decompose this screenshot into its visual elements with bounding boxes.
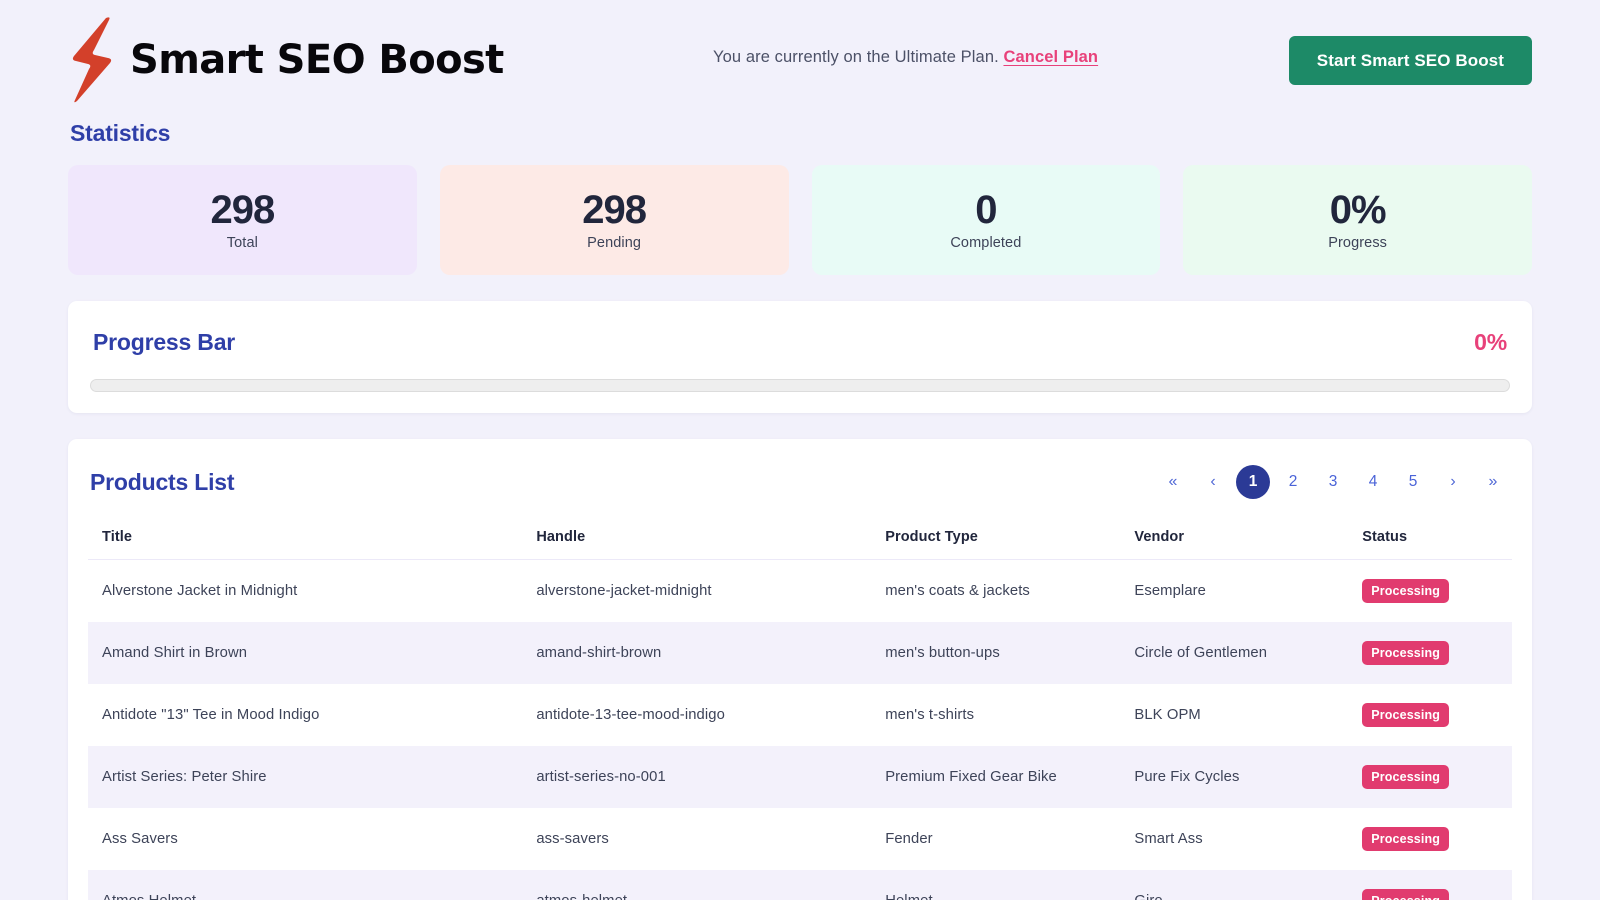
brand-name: Smart SEO Boost [130, 37, 504, 83]
cell-product-type: men's coats & jackets [871, 560, 1120, 623]
status-badge: Processing [1362, 703, 1449, 727]
progress-track [90, 379, 1510, 392]
cell-vendor: Pure Fix Cycles [1120, 746, 1348, 808]
cancel-plan-link[interactable]: Cancel Plan [1003, 48, 1098, 66]
table-row[interactable]: Ass Saversass-saversFenderSmart Ass Proce… [88, 808, 1512, 870]
column-header-title: Title [88, 517, 522, 560]
cell-handle: amand-shirt-brown [522, 622, 871, 684]
cell-title: Artist Series: Peter Shire [88, 746, 522, 808]
cell-title: Alverstone Jacket in Midnight [88, 560, 522, 623]
cell-vendor: Esemplare [1120, 560, 1348, 623]
progress-bar-header: Progress Bar 0% [90, 329, 1510, 356]
stat-label: Completed [950, 235, 1021, 251]
progress-bar-panel: Progress Bar 0% [68, 301, 1532, 413]
column-header-handle: Handle [522, 517, 871, 560]
stat-label: Total [227, 235, 258, 251]
status-badge: Processing [1362, 889, 1449, 900]
cell-handle: antidote-13-tee-mood-indigo [522, 684, 871, 746]
column-header-vendor: Vendor [1120, 517, 1348, 560]
stat-card-completed: 0 Completed [812, 165, 1161, 275]
plan-notice-text: You are currently on the Ultimate Plan. [713, 48, 999, 66]
stat-card-pending: 298 Pending [440, 165, 789, 275]
stat-value: 298 [211, 189, 275, 231]
stat-value: 298 [582, 189, 646, 231]
pagination-page-5[interactable]: 5 [1396, 465, 1430, 499]
pagination-next-button[interactable]: › [1436, 465, 1470, 499]
cell-handle: atmos-helmet [522, 870, 871, 900]
stat-value: 0 [975, 189, 996, 231]
progress-bar-heading: Progress Bar [93, 329, 235, 356]
status-badge: Processing [1362, 641, 1449, 665]
lightning-bolt-icon [68, 16, 114, 104]
stat-card-total: 298 Total [68, 165, 417, 275]
products-list-panel: Products List « ‹ 1 2 3 4 5 › » Title Ha… [68, 439, 1532, 900]
brand: Smart SEO Boost [68, 16, 504, 104]
cell-title: Amand Shirt in Brown [88, 622, 522, 684]
pagination-page-2[interactable]: 2 [1276, 465, 1310, 499]
column-header-product-type: Product Type [871, 517, 1120, 560]
cell-vendor: Circle of Gentlemen [1120, 622, 1348, 684]
cell-status: Processing [1348, 808, 1512, 870]
products-table-head: Title Handle Product Type Vendor Status [88, 517, 1512, 560]
start-smart-seo-boost-button[interactable]: Start Smart SEO Boost [1289, 36, 1532, 85]
cell-product-type: Helmet [871, 870, 1120, 900]
app-page: Smart SEO Boost You are currently on the… [0, 0, 1600, 900]
cell-title: Ass Savers [88, 808, 522, 870]
products-list-header: Products List « ‹ 1 2 3 4 5 › » [88, 465, 1512, 499]
statistics-heading: Statistics [70, 120, 1532, 147]
table-header-row: Title Handle Product Type Vendor Status [88, 517, 1512, 560]
cell-status: Processing [1348, 622, 1512, 684]
status-badge: Processing [1362, 579, 1449, 603]
cell-handle: ass-savers [522, 808, 871, 870]
cell-handle: artist-series-no-001 [522, 746, 871, 808]
statistics-cards: 298 Total 298 Pending 0 Completed 0% Pro… [68, 165, 1532, 275]
table-row[interactable]: Atmos Helmetatmos-helmetHelmetGiro Proces… [88, 870, 1512, 900]
progress-percent-label: 0% [1474, 329, 1507, 356]
cell-product-type: Premium Fixed Gear Bike [871, 746, 1120, 808]
cell-product-type: men's button-ups [871, 622, 1120, 684]
table-row[interactable]: Alverstone Jacket in Midnightalverstone-… [88, 560, 1512, 623]
stat-card-progress: 0% Progress [1183, 165, 1532, 275]
table-row[interactable]: Antidote "13" Tee in Mood Indigoantidote… [88, 684, 1512, 746]
products-list-heading: Products List [90, 469, 234, 496]
column-header-status: Status [1348, 517, 1512, 560]
plan-notice: You are currently on the Ultimate Plan. … [713, 48, 1098, 67]
table-row[interactable]: Amand Shirt in Brownamand-shirt-brownmen… [88, 622, 1512, 684]
products-table-body: Alverstone Jacket in Midnightalverstone-… [88, 560, 1512, 900]
pagination-page-1[interactable]: 1 [1236, 465, 1270, 499]
app-header: Smart SEO Boost You are currently on the… [68, 0, 1532, 120]
products-table: Title Handle Product Type Vendor Status … [88, 517, 1512, 900]
pagination-last-button[interactable]: » [1476, 465, 1510, 499]
pagination: « ‹ 1 2 3 4 5 › » [1156, 465, 1510, 499]
cell-vendor: Giro [1120, 870, 1348, 900]
cell-status: Processing [1348, 560, 1512, 623]
stat-label: Pending [587, 235, 641, 251]
status-badge: Processing [1362, 765, 1449, 789]
cell-status: Processing [1348, 870, 1512, 900]
pagination-page-3[interactable]: 3 [1316, 465, 1350, 499]
stat-value: 0% [1330, 189, 1386, 231]
cell-status: Processing [1348, 684, 1512, 746]
cell-vendor: BLK OPM [1120, 684, 1348, 746]
pagination-prev-button[interactable]: ‹ [1196, 465, 1230, 499]
cell-vendor: Smart Ass [1120, 808, 1348, 870]
cell-title: Antidote "13" Tee in Mood Indigo [88, 684, 522, 746]
cell-handle: alverstone-jacket-midnight [522, 560, 871, 623]
table-row[interactable]: Artist Series: Peter Shireartist-series-… [88, 746, 1512, 808]
cell-status: Processing [1348, 746, 1512, 808]
stat-label: Progress [1328, 235, 1387, 251]
cell-title: Atmos Helmet [88, 870, 522, 900]
cell-product-type: men's t-shirts [871, 684, 1120, 746]
pagination-first-button[interactable]: « [1156, 465, 1190, 499]
status-badge: Processing [1362, 827, 1449, 851]
pagination-page-4[interactable]: 4 [1356, 465, 1390, 499]
cell-product-type: Fender [871, 808, 1120, 870]
